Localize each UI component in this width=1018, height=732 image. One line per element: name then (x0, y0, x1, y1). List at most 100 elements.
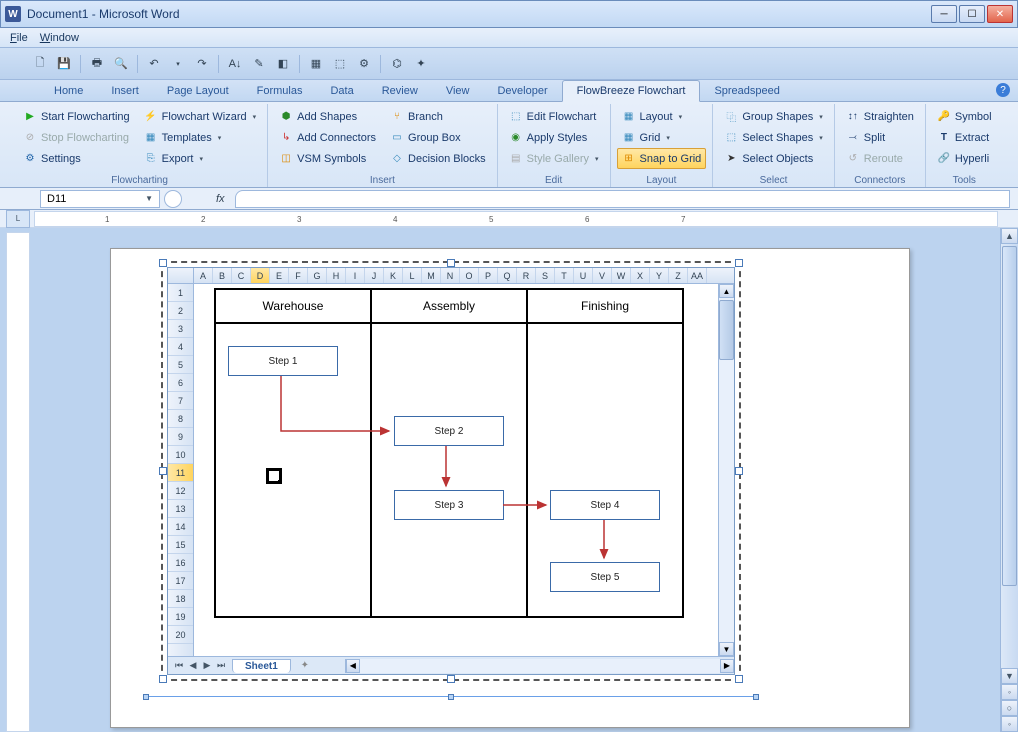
row-header-20[interactable]: 20 (168, 626, 193, 644)
templates-button[interactable]: ▦Templates▾ (139, 127, 261, 148)
col-header-C[interactable]: C (232, 268, 251, 283)
col-header-K[interactable]: K (384, 268, 403, 283)
undo-icon[interactable]: ↶ (144, 54, 164, 74)
embedded-spreadsheet[interactable]: ABCDEFGHIJKLMNOPQRSTUVWXYZAA 12345678910… (161, 261, 741, 681)
select-icon[interactable]: ⬚ (330, 54, 350, 74)
eraser-icon[interactable]: ◧ (273, 54, 293, 74)
row-header-4[interactable]: 4 (168, 338, 193, 356)
tab-spreadspeed[interactable]: Spreadspeed (700, 81, 793, 101)
cells-area[interactable]: Warehouse Assembly Finishing Step 1 (194, 284, 718, 656)
stop-flowcharting-button[interactable]: ⊘Stop Flowcharting (18, 127, 135, 148)
sheet-tab-1[interactable]: Sheet1 (232, 659, 291, 673)
layout-button[interactable]: ▦Layout▾ (617, 106, 707, 127)
col-header-AA[interactable]: AA (688, 268, 707, 283)
new-sheet-icon[interactable]: ✦ (295, 660, 315, 671)
row-header-6[interactable]: 6 (168, 374, 193, 392)
main-vscroll-thumb[interactable] (1002, 246, 1017, 586)
embedded-hscrollbar[interactable]: ◀ ▶ (345, 659, 734, 673)
branch-button[interactable]: ⑂Branch (385, 106, 491, 127)
vsm-symbols-button[interactable]: ◫VSM Symbols (274, 148, 381, 169)
close-button[interactable]: ✕ (987, 5, 1013, 23)
group-shapes-button[interactable]: ⿻Group Shapes▾ (719, 106, 827, 127)
maximize-button[interactable]: ☐ (959, 5, 985, 23)
col-header-I[interactable]: I (346, 268, 365, 283)
col-header-Y[interactable]: Y (650, 268, 669, 283)
resize-handle-ne[interactable] (735, 259, 743, 267)
resize-handle-nw[interactable] (159, 259, 167, 267)
hyperlink-button[interactable]: 🔗Hyperli (932, 148, 997, 169)
main-scroll-down-icon[interactable]: ▼ (1001, 668, 1018, 684)
tab-developer[interactable]: Developer (483, 81, 561, 101)
tab-view[interactable]: View (432, 81, 484, 101)
step-4-box[interactable]: Step 4 (550, 490, 660, 520)
group-box-button[interactable]: ▭Group Box (385, 127, 491, 148)
scroll-up-icon[interactable]: ▲ (719, 284, 734, 298)
grid-button[interactable]: ▦Grid▾ (617, 127, 707, 148)
col-header-U[interactable]: U (574, 268, 593, 283)
minimize-button[interactable]: ─ (931, 5, 957, 23)
tab-review[interactable]: Review (368, 81, 432, 101)
col-header-B[interactable]: B (213, 268, 232, 283)
settings-button[interactable]: ⚙Settings (18, 148, 135, 169)
redo-icon[interactable]: ↷ (192, 54, 212, 74)
page-up-icon[interactable]: ◦ (1001, 684, 1018, 700)
tab-page-layout[interactable]: Page Layout (153, 81, 243, 101)
split-button[interactable]: ⤙Split (841, 127, 919, 148)
col-header-W[interactable]: W (612, 268, 631, 283)
help-icon[interactable]: ? (996, 83, 1010, 97)
flowchart-wizard-button[interactable]: ⚡Flowchart Wizard▾ (139, 106, 261, 127)
new-icon[interactable]: 🗋 (30, 54, 50, 74)
row-header-17[interactable]: 17 (168, 572, 193, 590)
browse-object-icon[interactable]: ○ (1001, 700, 1018, 716)
embedded-vscrollbar[interactable]: ▲ ▼ (718, 284, 734, 656)
tab-formulas[interactable]: Formulas (243, 81, 317, 101)
tab-next-icon[interactable]: ▶ (200, 660, 214, 671)
row-header-19[interactable]: 19 (168, 608, 193, 626)
dropdown-icon[interactable]: ▼ (145, 194, 153, 203)
menu-window[interactable]: Window (34, 30, 85, 46)
step-5-box[interactable]: Step 5 (550, 562, 660, 592)
resize-handle-s[interactable] (447, 675, 455, 683)
sparkle-icon[interactable]: ✦ (411, 54, 431, 74)
snap-to-grid-button[interactable]: ⊞Snap to Grid (617, 148, 707, 169)
row-header-5[interactable]: 5 (168, 356, 193, 374)
row-header-13[interactable]: 13 (168, 500, 193, 518)
select-shapes-button[interactable]: ⬚Select Shapes▾ (719, 127, 827, 148)
row-header-10[interactable]: 10 (168, 446, 193, 464)
save-icon[interactable]: 💾 (54, 54, 74, 74)
extract-button[interactable]: TExtract (932, 127, 997, 148)
col-header-S[interactable]: S (536, 268, 555, 283)
step-3-box[interactable]: Step 3 (394, 490, 504, 520)
col-header-L[interactable]: L (403, 268, 422, 283)
obj-dot-mid[interactable] (448, 694, 454, 700)
decision-blocks-button[interactable]: ◇Decision Blocks (385, 148, 491, 169)
resize-handle-n[interactable] (447, 259, 455, 267)
col-header-A[interactable]: A (194, 268, 213, 283)
export-button[interactable]: ⎘Export▾ (139, 148, 261, 169)
step-1-box[interactable]: Step 1 (228, 346, 338, 376)
tab-last-icon[interactable]: ⏭ (214, 660, 228, 671)
row-header-1[interactable]: 1 (168, 284, 193, 302)
edit-flowchart-button[interactable]: ⬚Edit Flowchart (504, 106, 604, 127)
pencil-icon[interactable]: ✎ (249, 54, 269, 74)
col-header-D[interactable]: D (251, 268, 270, 283)
col-header-N[interactable]: N (441, 268, 460, 283)
formula-input[interactable] (235, 190, 1010, 208)
tab-prev-icon[interactable]: ◀ (186, 660, 200, 671)
tab-flowbreeze[interactable]: FlowBreeze Flowchart (562, 80, 701, 102)
symbol-button[interactable]: 🔑Symbol (932, 106, 997, 127)
col-header-J[interactable]: J (365, 268, 384, 283)
col-header-V[interactable]: V (593, 268, 612, 283)
col-header-P[interactable]: P (479, 268, 498, 283)
tab-insert[interactable]: Insert (97, 81, 153, 101)
print-preview-icon[interactable]: 🔍 (111, 54, 131, 74)
resize-handle-e[interactable] (735, 467, 743, 475)
add-connectors-button[interactable]: ↳Add Connectors (274, 127, 381, 148)
start-flowcharting-button[interactable]: ▶Start Flowcharting (18, 106, 135, 127)
col-header-X[interactable]: X (631, 268, 650, 283)
undo-dropdown-icon[interactable]: ▾ (168, 54, 188, 74)
row-header-8[interactable]: 8 (168, 410, 193, 428)
resize-handle-se[interactable] (735, 675, 743, 683)
tab-home[interactable]: Home (40, 81, 97, 101)
row-header-7[interactable]: 7 (168, 392, 193, 410)
